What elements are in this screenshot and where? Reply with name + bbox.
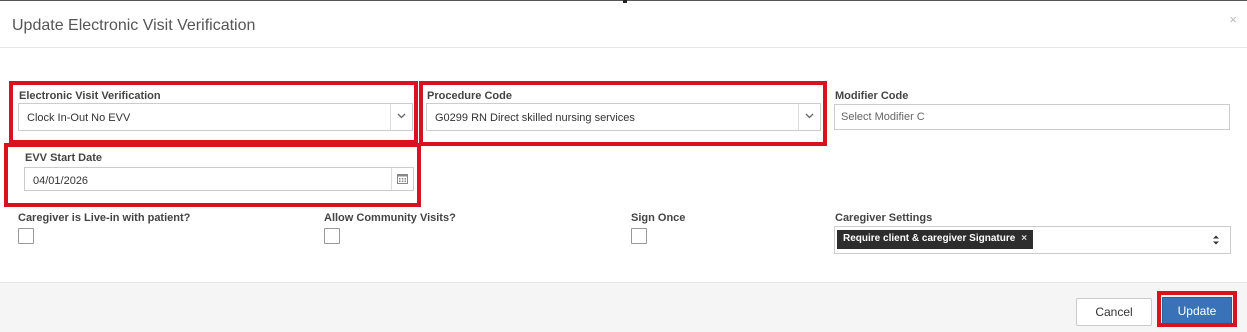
caregiver-settings-select[interactable]: Require client & caregiver Signature × <box>834 226 1231 254</box>
evv-start-date-input[interactable]: 04/01/2026 <box>24 167 414 191</box>
modifier-code-input[interactable] <box>834 104 1230 130</box>
live-in-checkbox[interactable] <box>18 228 34 244</box>
cancel-button[interactable]: Cancel <box>1076 298 1152 326</box>
evv-label: Electronic Visit Verification <box>19 90 161 102</box>
evv-start-date-value: 04/01/2026 <box>33 175 89 187</box>
close-icon[interactable]: × <box>1229 13 1237 26</box>
community-visits-label: Allow Community Visits? <box>324 212 456 224</box>
procedure-code-label: Procedure Code <box>427 90 512 102</box>
procedure-code-value: G0299 RN Direct skilled nursing services <box>435 112 635 124</box>
sort-arrows-icon <box>1212 232 1220 248</box>
dialog-footer: Cancel Update <box>0 282 1247 332</box>
signature-tag-label: Require client & caregiver Signature <box>843 233 1016 244</box>
calendar-icon[interactable] <box>391 168 413 190</box>
evv-start-date-label: EVV Start Date <box>25 152 103 164</box>
sign-once-checkbox[interactable] <box>631 228 647 244</box>
evv-select[interactable]: Clock In-Out No EVV <box>18 103 413 131</box>
community-visits-checkbox[interactable] <box>324 228 340 244</box>
live-in-label: Caregiver is Live-in with patient? <box>18 212 191 224</box>
tag-remove-icon[interactable]: × <box>1021 233 1027 244</box>
dialog-header: Update Electronic Visit Verification × <box>0 1 1247 48</box>
chevron-down-icon <box>390 104 412 130</box>
signature-tag: Require client & caregiver Signature × <box>837 230 1034 249</box>
caregiver-settings-label: Caregiver Settings <box>835 212 933 224</box>
evv-dialog: Update Electronic Visit Verification × E… <box>0 0 1247 332</box>
dialog-title: Update Electronic Visit Verification <box>12 17 256 34</box>
sign-once-label: Sign Once <box>631 212 686 224</box>
evv-select-value: Clock In-Out No EVV <box>27 112 131 124</box>
chevron-down-icon <box>798 104 820 130</box>
modifier-code-label: Modifier Code <box>835 90 909 102</box>
procedure-code-select[interactable]: G0299 RN Direct skilled nursing services <box>426 103 821 131</box>
update-button[interactable]: Update <box>1162 297 1232 325</box>
